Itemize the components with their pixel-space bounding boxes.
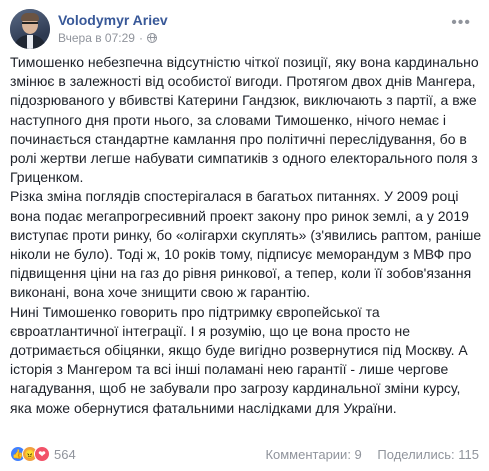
post-meta: Вчера в 07:29 · — [58, 31, 157, 45]
post-body: Тимошенко небезпечна відсутністю чіткої … — [10, 53, 482, 418]
post-paragraph-2: Різка зміна поглядів спостерігалася в ба… — [10, 188, 482, 301]
reactions-summary[interactable]: 👍 😠 ❤ 564 — [10, 446, 76, 462]
author-name[interactable]: Volodymyr Ariev — [58, 12, 168, 28]
shares-count[interactable]: Поделились: 115 — [377, 447, 479, 462]
comments-count[interactable]: Комментарии: 9 — [265, 447, 361, 462]
more-icon[interactable]: ••• — [451, 14, 471, 32]
post-paragraph-3: Нині Тимошенко говорить про підтримку єв… — [10, 303, 468, 416]
post-timestamp[interactable]: Вчера в 07:29 — [58, 31, 135, 45]
post-paragraph-1: Тимошенко небезпечна відсутністю чіткої … — [10, 54, 479, 186]
facebook-post: Volodymyr Ariev Вчера в 07:29 · ••• Тимо… — [0, 0, 489, 471]
avatar[interactable] — [10, 9, 50, 49]
love-reaction-icon: ❤ — [34, 446, 50, 462]
post-header: Volodymyr Ariev Вчера в 07:29 · ••• — [10, 9, 479, 49]
meta-separator: · — [138, 31, 143, 45]
globe-icon[interactable] — [146, 33, 157, 43]
post-stats: Комментарии: 9 Поделились: 115 — [253, 447, 479, 462]
post-footer: 👍 😠 ❤ 564 Комментарии: 9 Поделились: 115 — [10, 446, 479, 464]
reaction-count[interactable]: 564 — [54, 447, 76, 462]
